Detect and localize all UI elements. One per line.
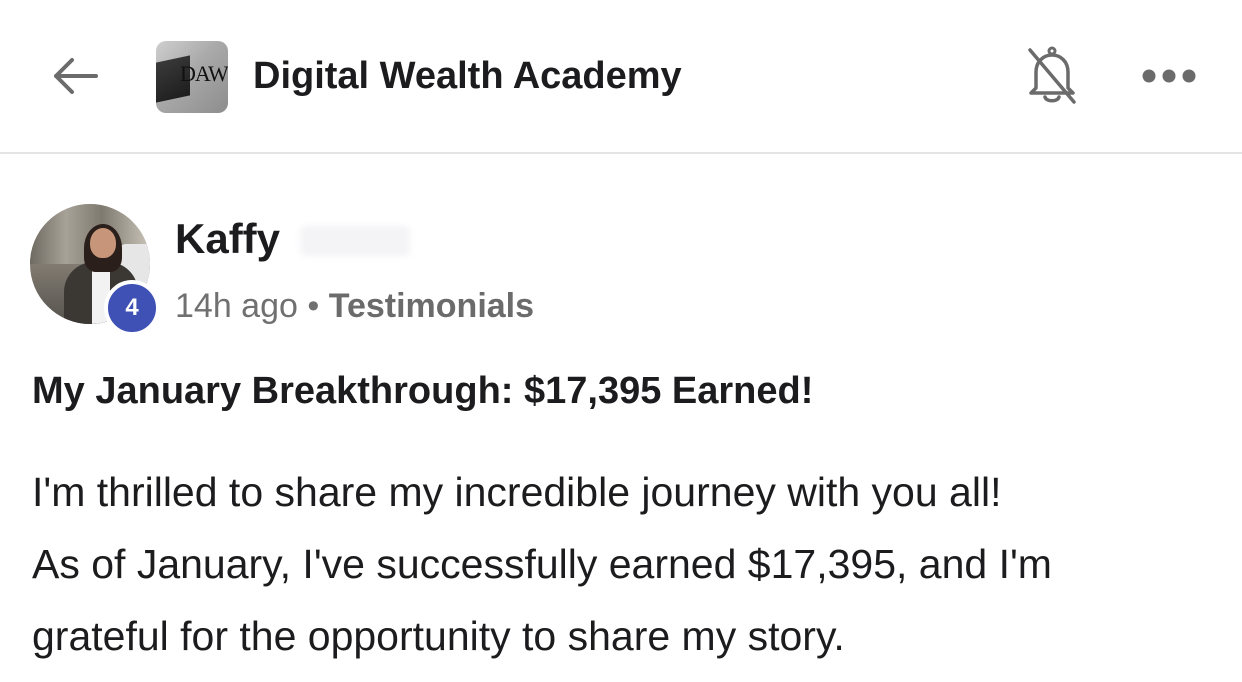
meta-separator: • (307, 287, 320, 325)
arrow-left-icon (54, 58, 98, 94)
group-title[interactable]: Digital Wealth Academy (253, 52, 682, 100)
post-title: My January Breakthrough: $17,395 Earned! (32, 370, 814, 412)
back-button[interactable] (44, 48, 104, 104)
post-category[interactable]: Testimonials (329, 287, 534, 325)
more-options-button[interactable] (1138, 56, 1200, 96)
app-header: DAW Digital Wealth Academy (0, 0, 1242, 154)
more-horizontal-icon (1142, 69, 1196, 83)
post-body: I'm thrilled to share my incredible jour… (32, 456, 1232, 672)
bell-off-icon (1028, 46, 1076, 104)
post-meta: 14h ago • Testimonials (175, 284, 534, 328)
group-logo-text: DAW (180, 61, 228, 86)
post-timestamp: 14h ago (175, 287, 298, 325)
group-logo[interactable]: DAW (156, 41, 228, 113)
author-surname-blurred (300, 226, 410, 256)
author-name[interactable]: Kaffy (175, 214, 280, 264)
post-body-line: As of January, I've successfully earned … (32, 541, 1052, 587)
notifications-button[interactable] (1020, 44, 1084, 108)
post-body-line: grateful for the opportunity to share my… (32, 613, 845, 659)
level-badge: 4 (104, 280, 160, 336)
post-body-line: I'm thrilled to share my incredible jour… (32, 469, 1002, 515)
